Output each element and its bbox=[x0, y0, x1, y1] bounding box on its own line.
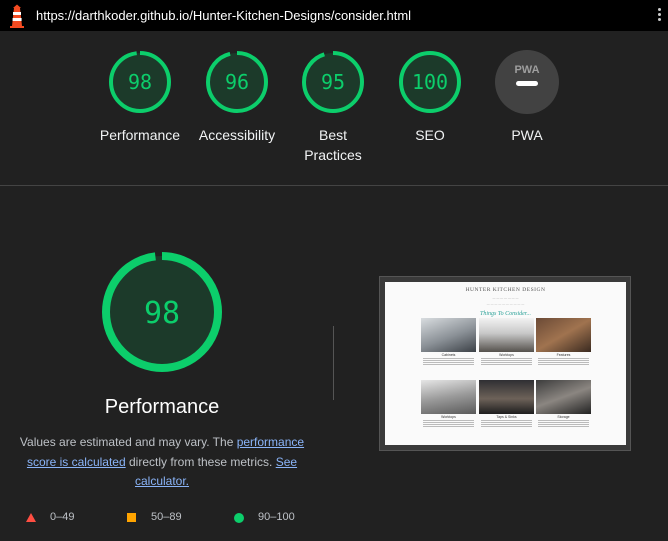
gauge-best-practices[interactable]: 95 Best Practices bbox=[278, 50, 388, 165]
pwa-badge-text: PWA bbox=[514, 64, 539, 76]
gauge-score: 96 bbox=[225, 70, 249, 94]
vertical-divider bbox=[333, 326, 334, 400]
card-caption: Worktops bbox=[441, 415, 456, 419]
gauge-seo[interactable]: 100 SEO bbox=[375, 50, 485, 145]
gauge-performance[interactable]: 98 Performance bbox=[85, 50, 195, 145]
screenshot-card: Worktops bbox=[479, 318, 534, 365]
screenshot-card: Taps & Sinks bbox=[479, 380, 534, 427]
pwa-badge-icon: PWA bbox=[495, 50, 559, 114]
gauge-score: 100 bbox=[412, 70, 448, 94]
card-caption: Taps & Sinks bbox=[496, 415, 517, 419]
screenshot-subtitle: — — — — — — — bbox=[492, 296, 519, 300]
legend-range: 90–100 bbox=[258, 511, 295, 523]
category-gauges: 98 Performance 96 Accessibility 95 Best … bbox=[0, 31, 668, 185]
card-caption: Worktops bbox=[499, 353, 514, 357]
performance-gauge-large: 98 bbox=[102, 252, 222, 372]
kebab-menu-icon[interactable] bbox=[656, 8, 662, 24]
card-caption: Cabinets bbox=[441, 353, 456, 357]
final-screenshot[interactable]: HUNTER KITCHEN DESIGN — — — — — — — — — … bbox=[379, 276, 631, 451]
gauge-pwa[interactable]: PWA PWA bbox=[472, 50, 582, 145]
legend-range: 50–89 bbox=[151, 511, 182, 523]
screenshot-nav: — — — — — — — — — — bbox=[486, 302, 525, 306]
top-bar: https://darthkoder.github.io/Hunter-Kitc… bbox=[0, 0, 668, 31]
gauge-score: 95 bbox=[321, 70, 345, 94]
gauge-label: Performance bbox=[99, 127, 181, 143]
page-url[interactable]: https://darthkoder.github.io/Hunter-Kitc… bbox=[36, 8, 411, 23]
circle-icon bbox=[234, 513, 244, 523]
gauge-ring: 100 bbox=[399, 51, 461, 113]
screenshot-card: Storage bbox=[536, 380, 591, 427]
gauge-label: Best Practices bbox=[304, 127, 362, 163]
gauge-accessibility[interactable]: 96 Accessibility bbox=[182, 50, 292, 145]
performance-score: 98 bbox=[144, 296, 180, 331]
gauge-label: Accessibility bbox=[198, 127, 276, 143]
lighthouse-icon bbox=[10, 4, 24, 28]
gauge-ring: 96 bbox=[206, 51, 268, 113]
screenshot-card: Features bbox=[536, 318, 591, 365]
section-divider bbox=[0, 185, 668, 186]
gauge-label: PWA bbox=[511, 127, 543, 143]
triangle-icon bbox=[26, 513, 36, 522]
gauge-score: 98 bbox=[128, 70, 152, 94]
desc-text: Values are estimated and may vary. The bbox=[19, 435, 237, 449]
card-caption: Features bbox=[556, 353, 571, 357]
gauge-label: SEO bbox=[415, 127, 445, 143]
screenshot-card: Worktops bbox=[421, 380, 476, 427]
desc-text: directly from these metrics. bbox=[125, 454, 276, 469]
square-icon bbox=[127, 513, 136, 522]
screenshot-heading: Things To Consider... bbox=[480, 311, 531, 317]
gauge-ring: 95 bbox=[302, 51, 364, 113]
card-caption: Storage bbox=[557, 415, 570, 419]
legend-range: 0–49 bbox=[50, 511, 75, 523]
screenshot-page: HUNTER KITCHEN DESIGN — — — — — — — — — … bbox=[385, 282, 626, 445]
screenshot-brand: HUNTER KITCHEN DESIGN bbox=[465, 287, 546, 293]
gauge-ring: 98 bbox=[109, 51, 171, 113]
screenshot-card: Cabinets bbox=[421, 318, 476, 365]
performance-title: Performance bbox=[104, 396, 220, 418]
performance-description: Values are estimated and may vary. The p… bbox=[12, 433, 312, 492]
